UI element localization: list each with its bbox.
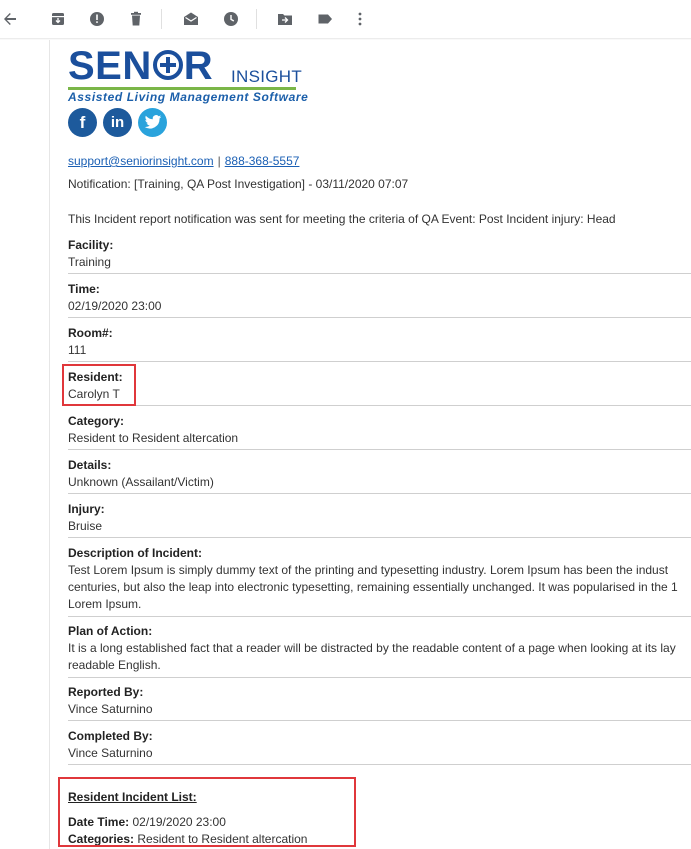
mark-unread-icon[interactable]	[181, 9, 201, 29]
field-label: Reported By:	[68, 685, 144, 699]
field-reported-by: Reported By: Vince Saturnino	[68, 684, 691, 721]
field-value: Carolyn T	[68, 387, 120, 401]
field-facility: Facility: Training	[68, 237, 691, 274]
field-room: Room#: 111	[68, 325, 691, 362]
logo-wordmark: SEN R	[68, 44, 214, 88]
field-label: Plan of Action:	[68, 624, 153, 638]
field-value-line: It is a long established fact that a rea…	[68, 641, 676, 655]
toolbar-divider	[161, 9, 162, 29]
field-label: Injury:	[68, 502, 105, 516]
twitter-icon[interactable]	[138, 108, 167, 137]
social-links: f in	[68, 108, 167, 138]
field-label: Room#:	[68, 326, 113, 340]
logo-cross-o-icon	[152, 50, 183, 80]
field-details: Details: Unknown (Assailant/Victim)	[68, 457, 691, 494]
email-toolbar	[0, 0, 691, 38]
senior-insight-logo: SEN R INSIGHT	[68, 44, 308, 92]
toolbar-divider	[256, 9, 257, 29]
field-value-line: centuries, but also the leap into electr…	[68, 580, 678, 594]
field-value: 02/19/2020 23:00	[68, 299, 162, 313]
field-value: 111	[68, 343, 87, 357]
message-left-border	[49, 40, 50, 849]
field-label: Facility:	[68, 238, 114, 252]
facebook-icon[interactable]: f	[68, 108, 97, 137]
field-plan-of-action: Plan of Action: It is a long established…	[68, 623, 691, 678]
more-icon[interactable]	[350, 9, 370, 29]
resident-highlight-box	[62, 364, 136, 406]
contact-line: support@seniorinsight.com | 888-368-5557	[68, 154, 299, 168]
logo-tagline: Assisted Living Management Software	[68, 90, 309, 104]
snooze-icon[interactable]	[221, 9, 241, 29]
delete-icon[interactable]	[126, 9, 146, 29]
field-injury: Injury: Bruise	[68, 501, 691, 538]
support-phone-link[interactable]: 888-368-5557	[225, 154, 300, 168]
field-value: Bruise	[68, 519, 103, 533]
report-spam-icon[interactable]	[87, 9, 107, 29]
field-label: Details:	[68, 458, 112, 472]
field-completed-by: Completed By: Vince Saturnino	[68, 728, 691, 765]
field-label: Time:	[68, 282, 100, 296]
field-label: Resident:	[68, 370, 123, 384]
field-value: Unknown (Assailant/Victim)	[68, 475, 214, 489]
field-label: Completed By:	[68, 729, 153, 743]
field-value-line: Test Lorem Ipsum is simply dummy text of…	[68, 563, 669, 577]
field-value: Training	[68, 255, 111, 269]
label-icon[interactable]	[315, 9, 335, 29]
contact-separator: |	[217, 154, 221, 168]
field-description: Description of Incident: Test Lorem Ipsu…	[68, 545, 691, 617]
field-category: Category: Resident to Resident altercati…	[68, 413, 691, 450]
archive-icon[interactable]	[48, 9, 68, 29]
support-email-link[interactable]: support@seniorinsight.com	[68, 154, 214, 168]
notification-line: Notification: [Training, QA Post Investi…	[68, 177, 409, 191]
move-to-icon[interactable]	[275, 9, 295, 29]
field-time: Time: 02/19/2020 23:00	[68, 281, 691, 318]
field-value: Vince Saturnino	[68, 746, 153, 760]
field-label: Category:	[68, 414, 125, 428]
intro-text: This Incident report notification was se…	[68, 212, 616, 226]
toolbar-shadow	[0, 38, 691, 40]
field-resident: Resident: Carolyn T	[68, 369, 691, 406]
linkedin-icon[interactable]: in	[103, 108, 132, 137]
field-value-line: Lorem Ipsum.	[68, 597, 142, 611]
field-label: Description of Incident:	[68, 546, 203, 560]
field-value: Resident to Resident altercation	[68, 431, 239, 445]
field-value-line: readable English.	[68, 658, 161, 672]
incident-list-highlight-box	[58, 777, 356, 847]
back-arrow-icon[interactable]	[0, 9, 20, 29]
field-value: Vince Saturnino	[68, 702, 153, 716]
logo-insight-text: INSIGHT	[231, 67, 303, 86]
